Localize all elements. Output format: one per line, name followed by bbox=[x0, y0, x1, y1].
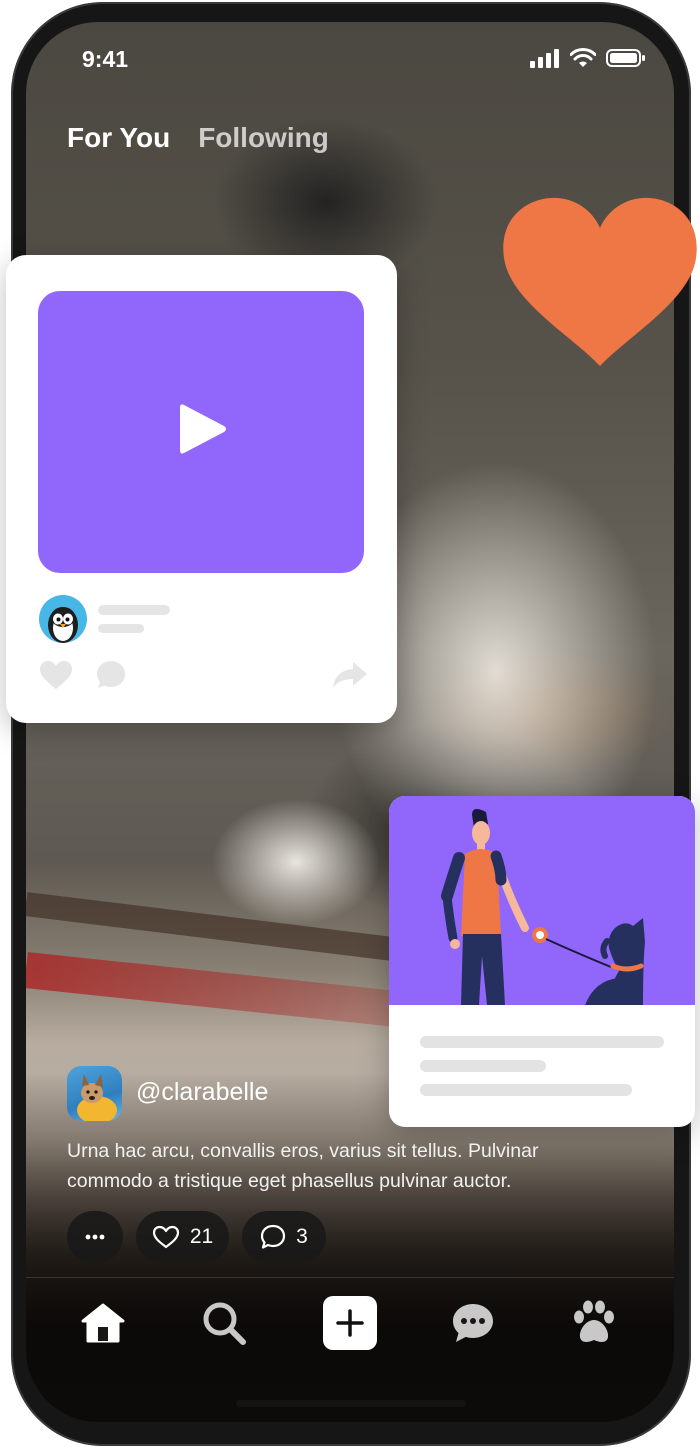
plus-icon bbox=[323, 1296, 377, 1350]
nav-home[interactable] bbox=[75, 1295, 131, 1351]
status-time: 9:41 bbox=[82, 46, 129, 72]
battery-icon bbox=[606, 49, 645, 67]
placeholder-line bbox=[420, 1036, 664, 1048]
nav-create[interactable] bbox=[322, 1295, 378, 1351]
nav-pets[interactable] bbox=[566, 1295, 622, 1351]
search-icon bbox=[203, 1302, 246, 1345]
penguin-icon bbox=[48, 607, 78, 643]
comment-icon[interactable] bbox=[96, 660, 126, 690]
nav-divider bbox=[26, 1277, 674, 1278]
more-button[interactable] bbox=[67, 1211, 123, 1263]
more-icon bbox=[85, 1234, 105, 1240]
tab-for-you[interactable]: For You bbox=[67, 122, 170, 154]
chat-icon bbox=[453, 1304, 493, 1342]
comment-count: 3 bbox=[296, 1225, 308, 1248]
heart-icon bbox=[152, 1225, 179, 1249]
nav-search[interactable] bbox=[196, 1295, 252, 1351]
avatar[interactable] bbox=[67, 1066, 122, 1121]
home-icon bbox=[81, 1303, 125, 1343]
background-detail bbox=[26, 892, 445, 968]
illustration bbox=[389, 796, 695, 1005]
like-button[interactable]: 21 bbox=[136, 1211, 229, 1263]
tab-following[interactable]: Following bbox=[198, 122, 329, 154]
paw-icon bbox=[574, 1300, 614, 1342]
placeholder-line bbox=[98, 605, 170, 615]
post-caption: Urna hac arcu, convallis eros, varius si… bbox=[67, 1140, 539, 1192]
post-username[interactable]: @clarabelle bbox=[136, 1078, 268, 1107]
home-indicator[interactable] bbox=[236, 1400, 466, 1407]
placeholder-line bbox=[98, 624, 144, 633]
comment-icon bbox=[261, 1224, 286, 1249]
dog-walker-illustration bbox=[441, 809, 645, 1005]
placeholder-line bbox=[420, 1060, 546, 1072]
signal-icon bbox=[530, 49, 559, 68]
dog-avatar-icon bbox=[77, 1074, 117, 1121]
heart-icon[interactable] bbox=[39, 660, 73, 690]
video-post-card[interactable] bbox=[6, 255, 397, 723]
nav-messages[interactable] bbox=[445, 1295, 501, 1351]
share-icon[interactable] bbox=[332, 661, 368, 689]
play-icon[interactable] bbox=[178, 401, 228, 457]
avatar[interactable] bbox=[39, 595, 87, 643]
feed-tabs: For You Following bbox=[67, 122, 329, 154]
placeholder-line bbox=[420, 1084, 632, 1096]
wifi-icon bbox=[570, 48, 596, 67]
video-thumbnail[interactable] bbox=[38, 291, 364, 573]
content-preview-card[interactable] bbox=[389, 796, 695, 1127]
like-count: 21 bbox=[189, 1225, 214, 1248]
status-icons bbox=[530, 48, 646, 68]
background-detail bbox=[26, 952, 446, 1032]
heart-icon bbox=[503, 197, 697, 366]
comment-button[interactable]: 3 bbox=[242, 1211, 326, 1263]
